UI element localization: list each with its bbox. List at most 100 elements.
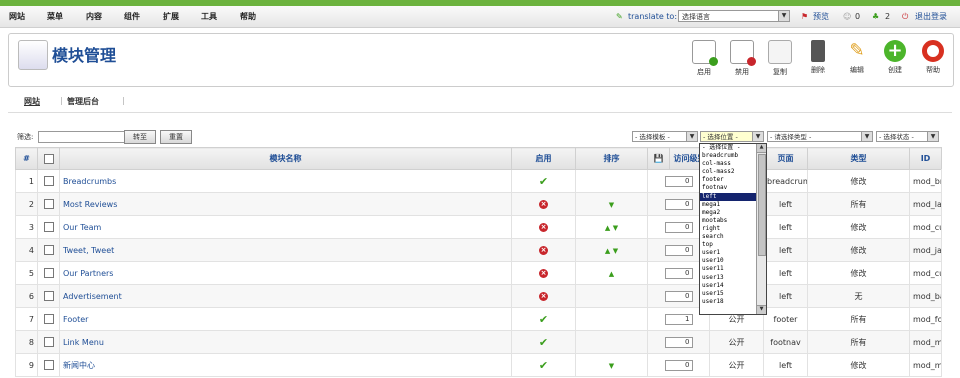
move-down-icon[interactable]: ▼ <box>613 247 618 255</box>
state-filter[interactable]: - 选择状态 - ▼ <box>876 131 939 142</box>
move-up-icon[interactable]: ▲ <box>609 270 614 278</box>
scroll-up-icon[interactable]: ▲ <box>757 144 766 153</box>
enabled-check-icon[interactable]: ✔ <box>539 359 548 372</box>
menu-site[interactable]: 网站 <box>9 6 25 27</box>
menu-tools[interactable]: 工具 <box>201 6 217 27</box>
row-checkbox[interactable] <box>43 291 54 301</box>
disable-button[interactable]: 禁用 <box>725 40 759 77</box>
language-select[interactable]: 选择语言 ▼ <box>678 10 790 22</box>
row-checkbox[interactable] <box>43 337 54 347</box>
select-all-checkbox[interactable] <box>43 153 54 164</box>
order-input[interactable]: 1 <box>664 313 693 325</box>
module-name-link[interactable]: Link Menu <box>63 338 104 347</box>
module-name-link[interactable]: Breadcrumbs <box>63 177 116 186</box>
access-level[interactable]: 公开 <box>709 330 764 354</box>
messages-count[interactable]: 0 <box>855 6 860 27</box>
row-checkbox[interactable] <box>43 314 54 324</box>
menu-components[interactable]: 组件 <box>124 6 140 27</box>
edit-button[interactable]: ✎ 编辑 <box>840 40 874 75</box>
enabled-cell[interactable]: × <box>511 215 576 239</box>
scroll-down-icon[interactable]: ▼ <box>757 305 766 314</box>
new-button[interactable]: + 创建 <box>878 40 912 75</box>
enable-button[interactable]: 启用 <box>687 40 721 77</box>
order-input[interactable]: 0 <box>664 221 693 233</box>
row-checkbox-cell[interactable] <box>37 261 60 285</box>
logout-link[interactable]: 退出登录 <box>915 6 947 27</box>
disabled-x-icon[interactable]: × <box>539 292 548 301</box>
help-button[interactable]: 帮助 <box>916 40 950 75</box>
module-name-link[interactable]: Tweet, Tweet <box>63 246 114 255</box>
enabled-cell[interactable]: × <box>511 261 576 285</box>
disabled-x-icon[interactable]: × <box>539 269 548 278</box>
enabled-cell[interactable]: ✔ <box>511 330 576 354</box>
module-name-link[interactable]: Advertisement <box>63 292 122 301</box>
order-input[interactable]: 0 <box>664 290 693 302</box>
dropdown-scrollbar[interactable]: ▲ ▼ <box>756 144 766 314</box>
position-dropdown-list[interactable]: ▲ ▼ - 选择位置 - breadcrumb col-mass col-mass2 f… <box>699 143 767 315</box>
disabled-x-icon[interactable]: × <box>539 246 548 255</box>
module-name-link[interactable]: Most Reviews <box>63 200 117 209</box>
col-module-name[interactable]: 模块名称 <box>59 147 512 170</box>
enabled-cell[interactable]: × <box>511 192 576 216</box>
filter-input[interactable] <box>38 131 137 143</box>
enabled-cell[interactable]: ✔ <box>511 169 576 193</box>
move-down-icon[interactable]: ▼ <box>609 362 614 370</box>
enabled-cell[interactable]: × <box>511 238 576 262</box>
menu-extensions[interactable]: 扩展 <box>163 6 179 27</box>
module-name-link[interactable]: Footer <box>63 315 88 324</box>
access-level[interactable]: 公开 <box>709 353 764 377</box>
menu-content[interactable]: 内容 <box>86 6 102 27</box>
row-checkbox-cell[interactable] <box>37 169 60 193</box>
col-type[interactable]: 类型 <box>807 147 910 170</box>
enabled-cell[interactable]: ✔ <box>511 353 576 377</box>
disabled-x-icon[interactable]: × <box>539 200 548 209</box>
col-pages[interactable]: 页面 <box>763 147 808 170</box>
preview-link[interactable]: 预览 <box>813 6 829 27</box>
move-up-icon[interactable]: ▲ <box>605 247 610 255</box>
delete-button[interactable]: 删除 <box>801 40 835 75</box>
col-order[interactable]: 排序 <box>575 147 648 170</box>
col-enabled[interactable]: 启用 <box>511 147 576 170</box>
order-input[interactable]: 0 <box>664 175 693 187</box>
save-order-icon[interactable]: 💾 <box>654 154 664 163</box>
reset-button[interactable]: 重置 <box>160 130 192 144</box>
col-select-all[interactable] <box>37 147 60 170</box>
order-input[interactable]: 0 <box>664 198 693 210</box>
menu-menus[interactable]: 菜单 <box>47 6 63 27</box>
order-input[interactable]: 0 <box>664 359 693 371</box>
enabled-check-icon[interactable]: ✔ <box>539 175 548 188</box>
go-button[interactable]: 转至 <box>124 130 156 144</box>
col-id[interactable]: ID <box>909 147 942 170</box>
enabled-cell[interactable]: × <box>511 284 576 308</box>
module-name-link[interactable]: Our Team <box>63 223 101 232</box>
move-down-icon[interactable]: ▼ <box>613 224 618 232</box>
copy-button[interactable]: 复制 <box>763 40 797 77</box>
enabled-cell[interactable]: ✔ <box>511 307 576 331</box>
order-input[interactable]: 0 <box>664 336 693 348</box>
row-checkbox-cell[interactable] <box>37 238 60 262</box>
subnav-administrator[interactable]: 管理后台 <box>67 96 99 107</box>
row-checkbox-cell[interactable] <box>37 330 60 354</box>
row-checkbox[interactable] <box>43 222 54 232</box>
subnav-site[interactable]: 网站 <box>24 96 40 107</box>
row-checkbox[interactable] <box>43 245 54 255</box>
module-name-link[interactable]: Our Partners <box>63 269 113 278</box>
enabled-check-icon[interactable]: ✔ <box>539 336 548 349</box>
template-filter[interactable]: - 选择模板 - ▼ <box>632 131 698 142</box>
row-checkbox-cell[interactable] <box>37 215 60 239</box>
row-checkbox-cell[interactable] <box>37 192 60 216</box>
col-save-order[interactable]: 💾 <box>647 147 670 170</box>
users-count[interactable]: 2 <box>885 6 890 27</box>
row-checkbox[interactable] <box>43 360 54 370</box>
row-checkbox[interactable] <box>43 268 54 278</box>
order-input[interactable]: 0 <box>664 244 693 256</box>
module-name-link[interactable]: 新闻中心 <box>63 361 95 370</box>
position-filter[interactable]: - 选择位置 - ▼ <box>700 131 764 142</box>
row-checkbox-cell[interactable] <box>37 307 60 331</box>
row-checkbox-cell[interactable] <box>37 353 60 377</box>
move-up-icon[interactable]: ▲ <box>605 224 610 232</box>
row-checkbox[interactable] <box>43 176 54 186</box>
row-checkbox-cell[interactable] <box>37 284 60 308</box>
move-down-icon[interactable]: ▼ <box>609 201 614 209</box>
row-checkbox[interactable] <box>43 199 54 209</box>
